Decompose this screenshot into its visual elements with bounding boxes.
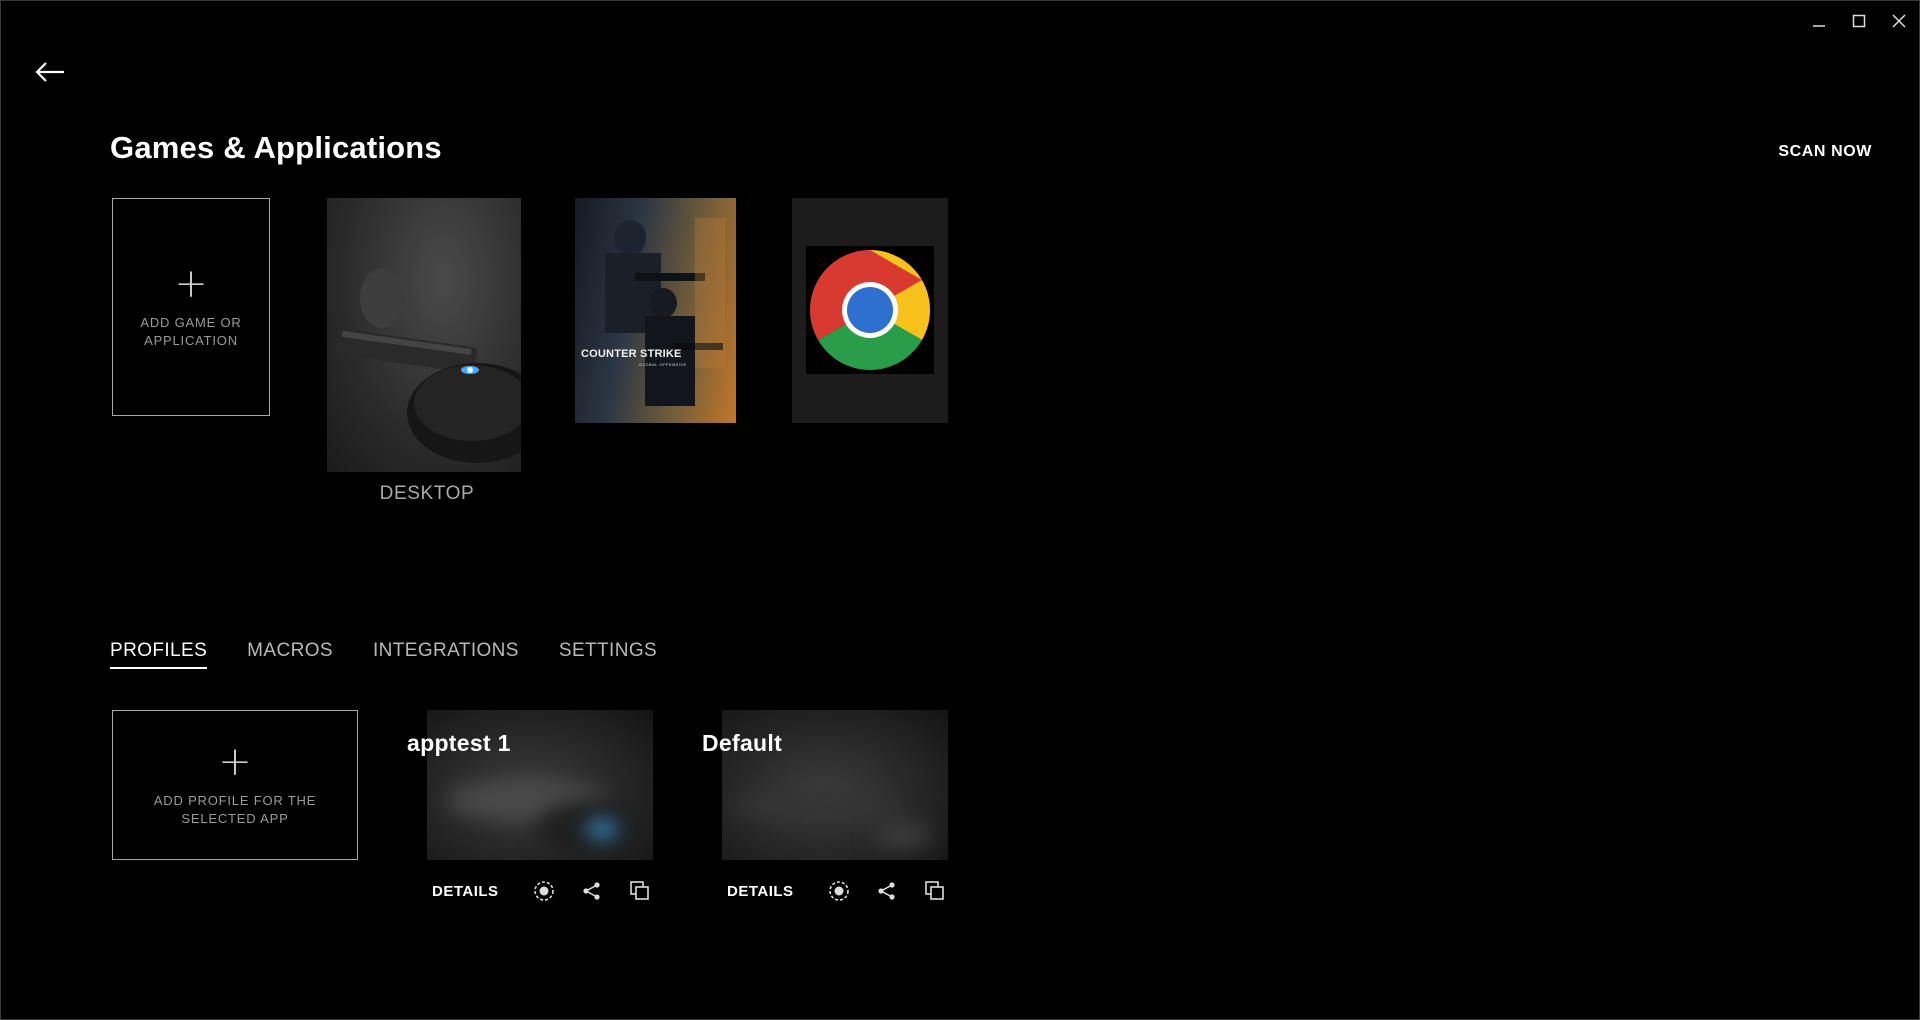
persistent-profile-icon[interactable] xyxy=(826,878,852,904)
share-icon[interactable] xyxy=(874,878,900,904)
profile-actions: DETAILS xyxy=(432,878,653,904)
details-button[interactable]: DETAILS xyxy=(432,883,499,900)
chrome-icon xyxy=(806,246,934,374)
duplicate-icon[interactable] xyxy=(627,878,653,904)
game-tile-chrome[interactable] xyxy=(792,198,948,423)
duplicate-icon[interactable] xyxy=(922,878,948,904)
counter-strike-logo: COUNTER STRIKE xyxy=(581,348,682,360)
profile-name: Default xyxy=(702,730,783,756)
close-icon[interactable] xyxy=(1886,8,1912,34)
page-title: Games & Applications xyxy=(110,130,442,165)
back-button[interactable] xyxy=(30,56,70,88)
persistent-profile-icon[interactable] xyxy=(531,878,557,904)
game-tile-counter-strike[interactable]: COUNTER STRIKE GLOBAL OFFENSIVE xyxy=(575,198,736,423)
add-profile-label: ADD PROFILE FOR THE SELECTED APP xyxy=(153,793,317,826)
tab-macros[interactable]: MACROS xyxy=(247,640,333,669)
share-icon[interactable] xyxy=(579,878,605,904)
counter-strike-cover xyxy=(605,218,725,406)
plus-icon: + xyxy=(218,739,252,785)
details-button[interactable]: DETAILS xyxy=(727,883,794,900)
tab-integrations[interactable]: INTEGRATIONS xyxy=(373,640,519,669)
add-profile-button[interactable]: + ADD PROFILE FOR THE SELECTED APP xyxy=(112,710,358,860)
minimize-icon[interactable] xyxy=(1806,8,1832,34)
window-controls xyxy=(1806,8,1912,34)
desktop-image xyxy=(335,268,521,463)
counter-strike-subtitle: GLOBAL OFFENSIVE xyxy=(639,362,687,367)
scan-now-button[interactable]: SCAN NOW xyxy=(1778,143,1872,161)
add-game-label: ADD GAME OR APPLICATION xyxy=(140,315,242,348)
back-arrow-icon xyxy=(35,62,64,82)
tab-settings[interactable]: SETTINGS xyxy=(559,640,657,669)
tab-profiles[interactable]: PROFILES xyxy=(110,640,208,669)
tab-bar: PROFILES MACROS INTEGRATIONS SETTINGS xyxy=(110,640,657,669)
game-tile-desktop[interactable] xyxy=(327,198,521,472)
profile-name: apptest 1 xyxy=(407,730,511,756)
maximize-icon[interactable] xyxy=(1846,8,1872,34)
add-game-button[interactable]: + ADD GAME OR APPLICATION xyxy=(112,198,270,416)
profile-actions: DETAILS xyxy=(727,878,948,904)
plus-icon: + xyxy=(174,261,208,307)
desktop-label: DESKTOP xyxy=(379,483,475,504)
